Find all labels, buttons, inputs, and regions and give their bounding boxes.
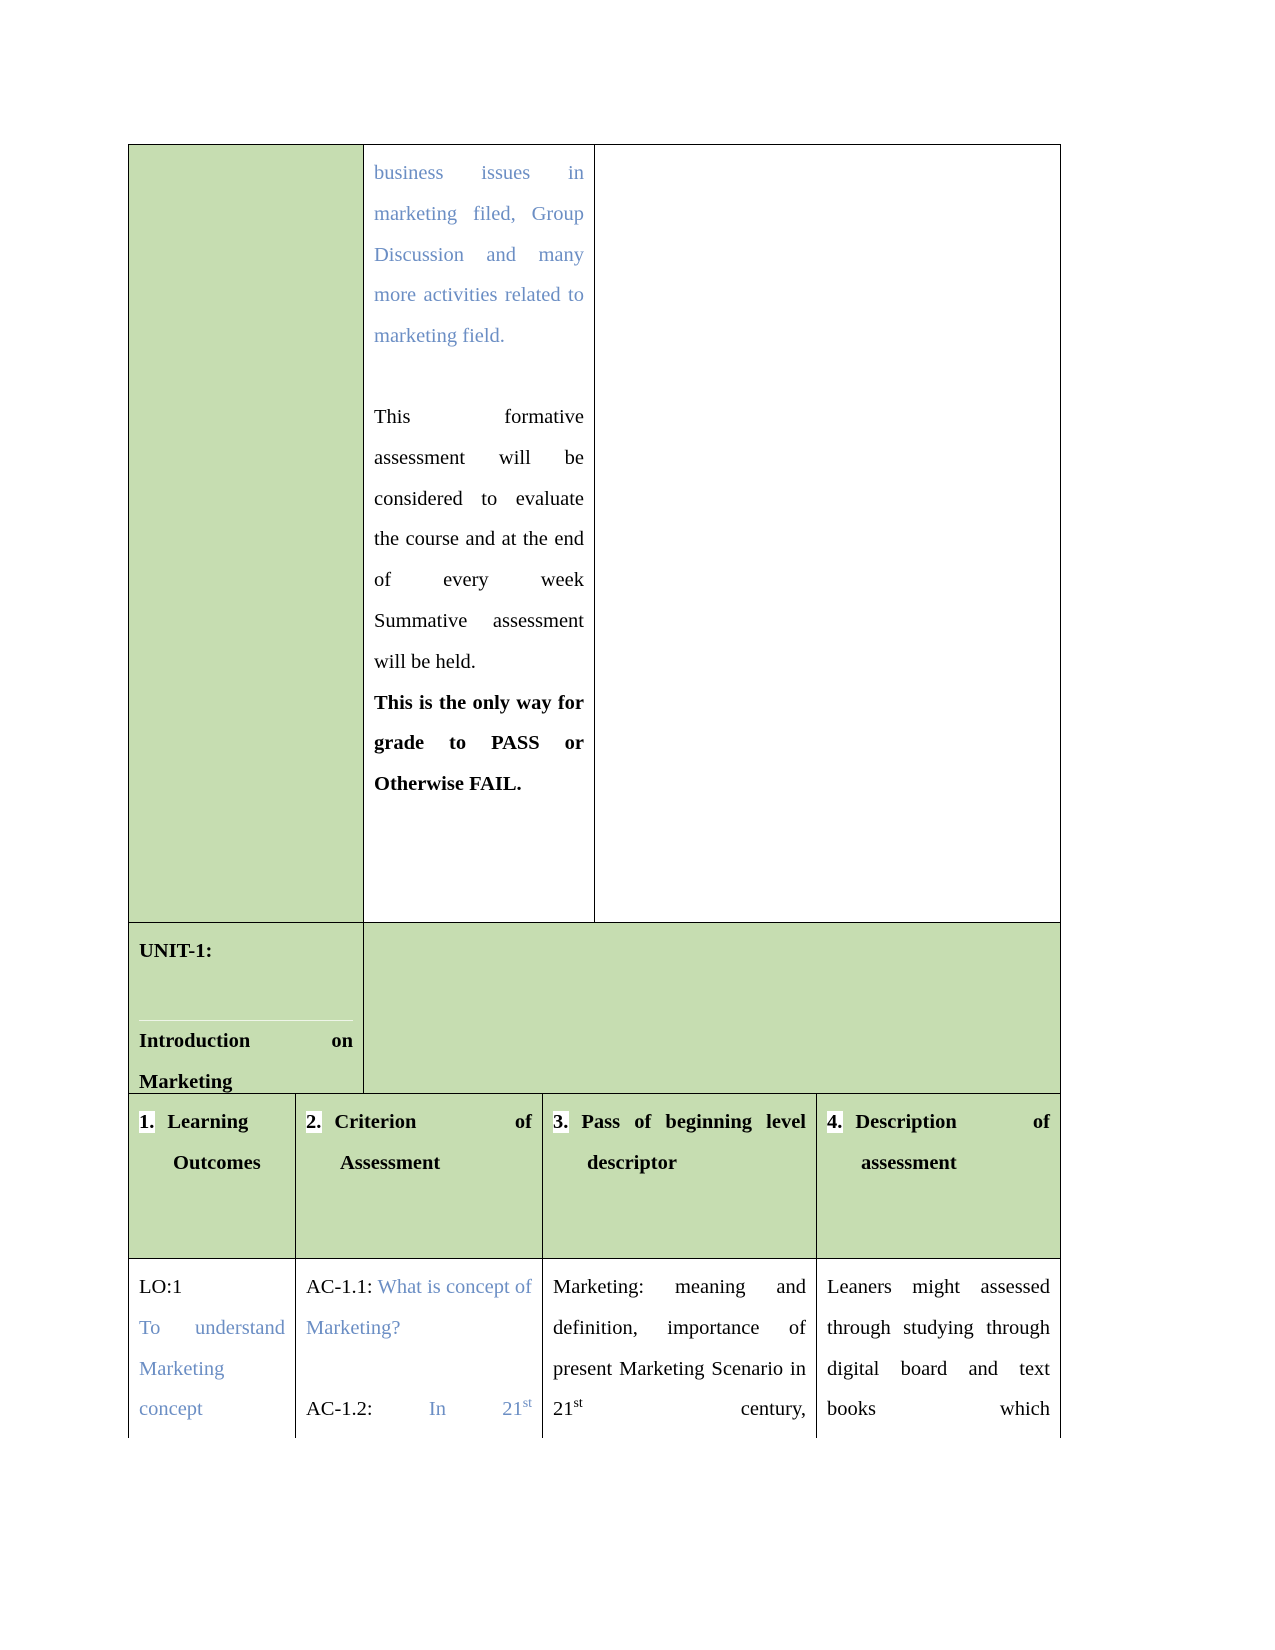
header-cell-learning-outcomes: 1. Learning Outcomes <box>128 1093 296 1259</box>
body-cell-learning-outcome: LO:1 To understand Marketing concept <box>128 1258 296 1439</box>
header-label-1: Learning Outcomes <box>167 1111 261 1174</box>
pass-descriptor-superscript: st <box>573 1396 583 1412</box>
body-cell-pass-descriptor: Marketing: meaning and definition, impor… <box>542 1258 817 1439</box>
table-row-continued: business issues in marketing filed, Grou… <box>128 144 1061 923</box>
cell-continued-middle: business issues in marketing filed, Grou… <box>363 144 595 923</box>
criterion-gap <box>306 1349 532 1389</box>
table-row-unit: UNIT-1: Introduction on Marketing <box>128 921 1061 1113</box>
unit-subtitle: Introduction on Marketing <box>139 1019 353 1104</box>
unit-title: UNIT-1: <box>139 940 213 962</box>
assessment-table: business issues in marketing filed, Grou… <box>128 144 1061 1113</box>
header-number-3: 3. <box>553 1111 570 1133</box>
header-cell-description: 4. Description of assessment <box>816 1093 1061 1259</box>
lo-text: To understand Marketing concept <box>139 1316 285 1421</box>
ac-code-2: AC-1.2: <box>306 1397 373 1420</box>
cell-unit-right <box>363 921 1061 1113</box>
header-number-2: 2. <box>306 1111 323 1133</box>
ac-text-2-superscript: st <box>522 1395 532 1411</box>
continued-paragraph-2: This formative assessment will be consid… <box>374 405 584 673</box>
table-header-row: 1. Learning Outcomes 2. Criterion of Asses… <box>128 1093 1061 1259</box>
pass-descriptor-text-post: century, <box>582 1398 806 1421</box>
cell-unit-title: UNIT-1: Introduction on Marketing <box>128 921 364 1113</box>
lo-code: LO:1 <box>139 1276 183 1298</box>
unit-spacer <box>139 972 353 1020</box>
body-cell-criterion: AC-1.1: What is concept of Marketing? AC… <box>295 1258 543 1439</box>
cell-continued-right <box>594 144 1061 923</box>
header-label-4: Description of assessment <box>855 1111 1050 1174</box>
header-number-1: 1. <box>139 1111 156 1133</box>
body-cell-description: Leaners might assessed through studying … <box>816 1258 1061 1439</box>
header-cell-criterion: 2. Criterion of Assessment <box>295 1093 543 1259</box>
table-body-row: LO:1 To understand Marketing concept AC-… <box>128 1258 1061 1439</box>
header-label-3: Pass of beginning level descriptor <box>581 1111 806 1174</box>
description-text: Leaners might assessed through studying … <box>827 1276 1050 1421</box>
continued-paragraph-3: This is the only way for grade to PASS o… <box>374 691 584 796</box>
assessment-criteria-table: 1. Learning Outcomes 2. Criterion of Asses… <box>128 1093 1061 1439</box>
header-cell-pass-descriptor: 3. Pass of beginning level descriptor <box>542 1093 817 1259</box>
ac-text-2: In 21 <box>428 1397 523 1420</box>
document-page: business issues in marketing filed, Grou… <box>0 0 1275 1650</box>
continued-paragraph-1: business issues in marketing filed, Grou… <box>374 162 584 348</box>
cell-continued-left <box>128 144 364 923</box>
header-number-4: 4. <box>827 1111 844 1133</box>
header-label-2: Criterion of Assessment <box>334 1111 532 1174</box>
ac-code-1: AC-1.1: <box>306 1276 373 1298</box>
